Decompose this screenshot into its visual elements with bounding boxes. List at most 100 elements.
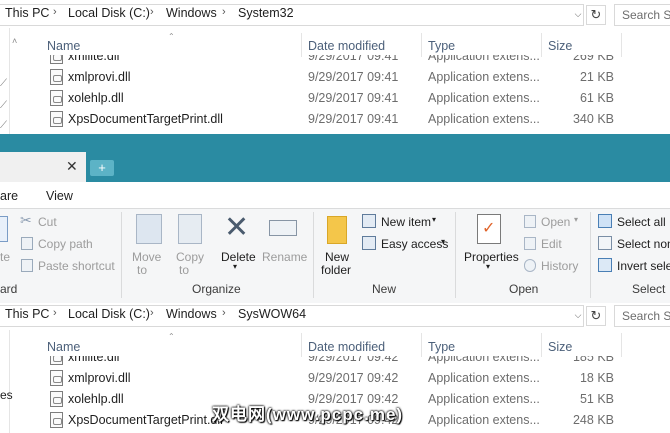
chevron-right-icon[interactable]: › (222, 307, 226, 319)
scissors-icon[interactable]: ✂ (20, 212, 32, 229)
edit-icon[interactable] (524, 237, 536, 250)
new-folder-label-2[interactable]: folder (321, 263, 351, 277)
select-none-button[interactable]: Select non (617, 237, 670, 251)
copy-to-label-2[interactable]: to (179, 263, 189, 277)
chevron-right-icon[interactable]: › (150, 6, 154, 18)
properties-icon[interactable]: ✓ (477, 214, 501, 244)
bottom-col-date[interactable]: Date modified (308, 340, 385, 354)
move-to-label-1[interactable]: Move (132, 250, 161, 264)
properties-button[interactable]: Properties (464, 250, 519, 264)
edit-button[interactable]: Edit (541, 237, 562, 251)
invert-selection-icon[interactable] (598, 258, 612, 272)
chevron-right-icon[interactable]: › (53, 6, 57, 18)
select-all-icon[interactable] (598, 214, 612, 228)
copy-to-icon[interactable] (178, 214, 202, 244)
open-button[interactable]: Open (541, 215, 570, 229)
bottom-crumb-this-pc[interactable]: This PC (5, 307, 49, 321)
history-button[interactable]: History (541, 259, 578, 273)
new-item-icon[interactable] (362, 214, 376, 228)
chevron-down-icon[interactable]: ▾ (441, 237, 445, 246)
delete-button[interactable]: Delete (221, 250, 256, 264)
bottom-nav-pane[interactable] (0, 330, 10, 433)
new-folder-icon[interactable] (327, 216, 347, 244)
bottom-crumb-windows[interactable]: Windows (166, 307, 217, 321)
new-tab-icon[interactable]: + (90, 160, 114, 176)
refresh-icon[interactable]: ↻ (586, 5, 606, 25)
menu-view[interactable]: View (46, 189, 73, 203)
sort-ascending-icon: ⌃ (168, 32, 175, 41)
ribbon-divider (590, 212, 591, 298)
column-divider[interactable] (541, 333, 542, 357)
file-name: XpsDocumentTargetPrint.dll (68, 112, 223, 126)
chevron-down-icon[interactable]: ▾ (574, 215, 578, 224)
file-type: Application extens... (428, 392, 540, 406)
top-crumb-windows[interactable]: Windows (166, 6, 217, 20)
rename-icon[interactable] (269, 220, 297, 236)
select-all-button[interactable]: Select all (617, 215, 666, 229)
nav-item-fragment[interactable]: es (0, 388, 13, 402)
chevron-down-icon[interactable]: ▾ (486, 262, 490, 271)
paste-icon[interactable] (0, 216, 8, 242)
file-type: Application extens... (428, 112, 540, 126)
top-col-type[interactable]: Type (428, 39, 455, 53)
history-icon[interactable] (524, 259, 536, 272)
rename-button[interactable]: Rename (262, 250, 307, 264)
menu-share[interactable]: are (0, 189, 18, 203)
column-divider[interactable] (301, 333, 302, 357)
column-divider[interactable] (621, 33, 622, 57)
pin-icon: ⟋ (0, 100, 7, 111)
top-col-date[interactable]: Date modified (308, 39, 385, 53)
top-crumb-this-pc[interactable]: This PC (5, 6, 49, 20)
paste-label[interactable]: te (0, 250, 10, 264)
chevron-right-icon[interactable]: › (150, 307, 154, 319)
cut-button[interactable]: Cut (38, 215, 57, 229)
table-row[interactable]: xolehlp.dll 9/29/2017 09:41 Application … (46, 88, 626, 109)
chevron-right-icon[interactable]: › (222, 6, 226, 18)
chevron-right-icon[interactable]: › (53, 307, 57, 319)
bottom-col-size[interactable]: Size (548, 340, 572, 354)
top-col-size[interactable]: Size (548, 39, 572, 53)
delete-x-icon[interactable]: ✕ (224, 210, 249, 246)
top-search-input[interactable]: Search Sy (614, 4, 670, 26)
bottom-col-type[interactable]: Type (428, 340, 455, 354)
refresh-icon[interactable]: ↻ (586, 306, 606, 326)
column-divider[interactable] (421, 33, 422, 57)
select-none-icon[interactable] (598, 236, 612, 250)
paste-shortcut-button[interactable]: Paste shortcut (38, 259, 115, 273)
address-dropdown-icon[interactable]: ⌵ (569, 306, 587, 324)
table-row[interactable]: xmlprovi.dll 9/29/2017 09:42 Application… (46, 368, 626, 389)
table-row[interactable]: XpsDocumentTargetPrint.dll 9/29/2017 09:… (46, 109, 626, 130)
close-tab-icon[interactable]: ✕ (66, 158, 78, 175)
bottom-col-name[interactable]: Name (47, 340, 80, 354)
column-divider[interactable] (301, 33, 302, 57)
easy-access-icon[interactable] (362, 236, 376, 250)
copy-path-button[interactable]: Copy path (38, 237, 93, 251)
column-divider[interactable] (621, 333, 622, 357)
column-divider[interactable] (541, 33, 542, 57)
open-icon[interactable] (524, 215, 536, 228)
bottom-search-input[interactable]: Search Sy (614, 305, 670, 327)
new-item-button[interactable]: New item (381, 215, 431, 229)
bottom-crumb-local-disk[interactable]: Local Disk (C:) (68, 307, 150, 321)
top-col-name[interactable]: Name (47, 39, 80, 53)
chevron-down-icon[interactable]: ▾ (233, 262, 237, 271)
copy-to-label-1[interactable]: Copy (176, 250, 204, 264)
file-type: Application extens... (428, 413, 540, 427)
new-folder-label-1[interactable]: New (325, 250, 349, 264)
move-to-icon[interactable] (136, 214, 162, 244)
invert-selection-button[interactable]: Invert sele (617, 259, 670, 273)
move-to-label-2[interactable]: to (137, 263, 147, 277)
top-crumb-local-disk[interactable]: Local Disk (C:) (68, 6, 150, 20)
address-dropdown-icon[interactable]: ⌵ (569, 5, 587, 23)
scroll-up-icon[interactable]: ˄ (12, 36, 22, 46)
dll-file-icon (50, 370, 63, 386)
paste-shortcut-icon[interactable] (21, 259, 33, 272)
bottom-crumb-syswow64[interactable]: SysWOW64 (238, 307, 306, 321)
column-divider[interactable] (421, 333, 422, 357)
easy-access-button[interactable]: Easy access (381, 237, 448, 251)
chevron-down-icon[interactable]: ▾ (432, 215, 436, 224)
table-row[interactable]: xmlprovi.dll 9/29/2017 09:41 Application… (46, 67, 626, 88)
top-crumb-system32[interactable]: System32 (238, 6, 294, 20)
copy-path-icon[interactable] (21, 237, 33, 250)
file-name: xolehlp.dll (68, 91, 124, 105)
